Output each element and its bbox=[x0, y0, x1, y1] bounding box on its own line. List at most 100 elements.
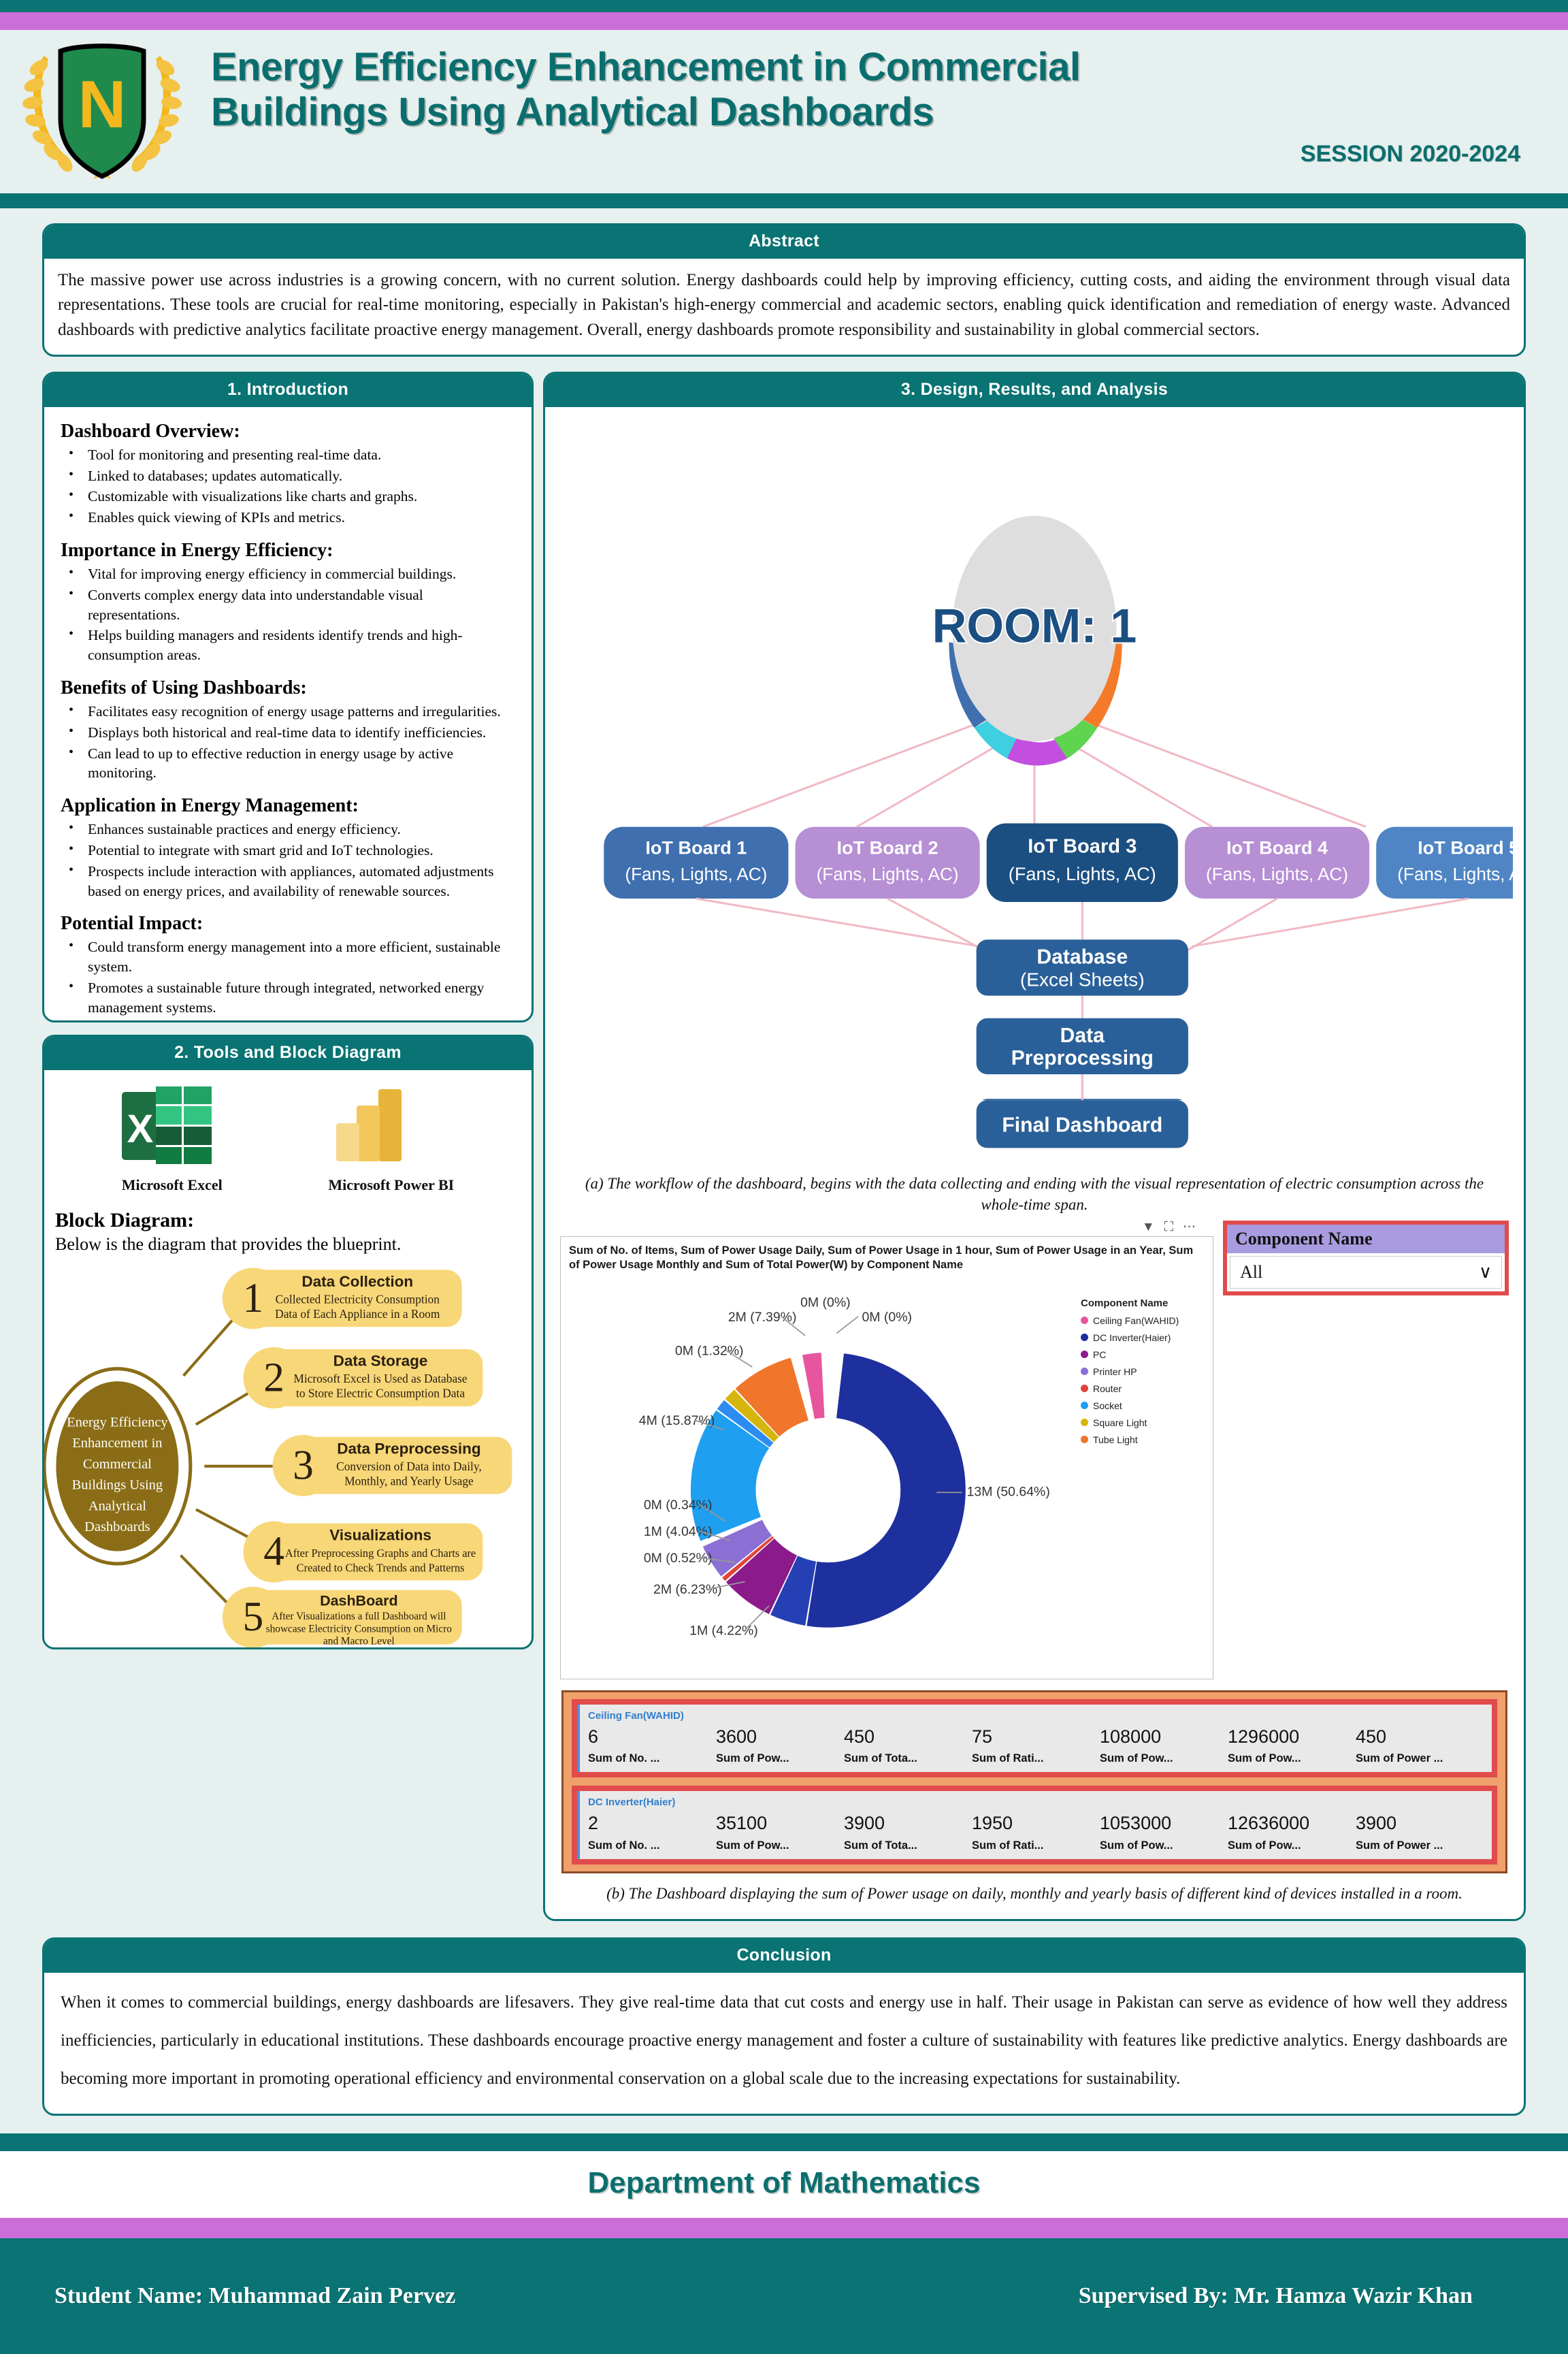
kpi-cell: 1053000 Sum of Pow... bbox=[1100, 1813, 1228, 1852]
legend-label: DC Inverter(Haier) bbox=[1093, 1332, 1171, 1343]
supervisor-name: Supervised By: Mr. Hamza Wazir Khan bbox=[1078, 2283, 1473, 2308]
donut-chart-card: ▼ ⛶ ⋯ Sum of No. of Items, Sum of Power … bbox=[560, 1221, 1213, 1680]
abstract-section: Abstract The massive power use across in… bbox=[0, 208, 1568, 357]
donut-chart: 2M (7.39%) 0M (0%) 0M (0%) 0M (1.32%) 4M… bbox=[639, 1295, 1050, 1638]
top-teal-band bbox=[0, 0, 1568, 12]
university-logo: N bbox=[0, 30, 204, 187]
list-item: Vital for improving energy efficiency in… bbox=[65, 564, 515, 584]
step-desc-line: Monthly, and Yearly Usage bbox=[344, 1474, 474, 1487]
slice-label: 4M (15.87%) bbox=[639, 1413, 715, 1428]
kpi-label: Sum of Rati... bbox=[972, 1752, 1044, 1765]
legend-item[interactable]: Socket bbox=[1081, 1400, 1205, 1411]
tool-excel: X Microsoft Excel bbox=[121, 1085, 223, 1194]
list-item: Promotes a sustainable future through in… bbox=[65, 978, 515, 1018]
legend-item[interactable]: DC Inverter(Haier) bbox=[1081, 1332, 1205, 1343]
chart-title: Sum of No. of Items, Sum of Power Usage … bbox=[569, 1244, 1194, 1272]
legend-item[interactable]: Router bbox=[1081, 1383, 1205, 1394]
list-item: Customizable with visualizations like ch… bbox=[65, 486, 515, 506]
visual-toolbar[interactable]: ▼ ⛶ ⋯ bbox=[560, 1221, 1213, 1236]
donut-area: 2M (7.39%) 0M (0%) 0M (0%) 0M (1.32%) 4M… bbox=[569, 1273, 1205, 1671]
step-desc-line: Created to Check Trends and Patterns bbox=[297, 1561, 465, 1574]
kpi-cell: 3900 Sum of Tota... bbox=[844, 1813, 972, 1852]
legend-item[interactable]: Printer HP bbox=[1081, 1366, 1205, 1377]
step-desc-line: Collected Electricity Consumption bbox=[276, 1293, 440, 1306]
page-title: Energy Efficiency Enhancement in Commerc… bbox=[211, 45, 1527, 134]
kpi-label: Sum of Power ... bbox=[1356, 1839, 1443, 1852]
kpi-band: Ceiling Fan(WAHID) 6 Sum of No. ... 3600 S… bbox=[572, 1699, 1497, 1778]
iot-board-2: IoT Board 2 (Fans, Lights, AC) bbox=[795, 826, 980, 899]
figure-caption-a: (a) The workflow of the dashboard, begin… bbox=[585, 1174, 1484, 1213]
workflow-final-box: Final Dashboard bbox=[976, 1081, 1188, 1148]
legend-swatch bbox=[1081, 1334, 1088, 1341]
focus-mode-icon[interactable]: ⛶ bbox=[1164, 1221, 1173, 1234]
department-band: Department of Mathematics bbox=[0, 2150, 1568, 2218]
introduction-panel: 1. Introduction Dashboard Overview: Tool… bbox=[42, 371, 534, 1022]
more-options-icon[interactable]: ⋯ bbox=[1183, 1221, 1196, 1234]
block-step: 4 Visualizations After Preprocessing Gra… bbox=[243, 1521, 483, 1583]
board-name: IoT Board 5 bbox=[1418, 837, 1513, 858]
kpi-cells: 2 Sum of No. ... 35100 Sum of Pow... 3900 S… bbox=[588, 1813, 1484, 1852]
kpi-label: Sum of Tota... bbox=[844, 1839, 917, 1852]
kpi-cell: 450 Sum of Power ... bbox=[1356, 1727, 1484, 1765]
iot-board-4: IoT Board 4 (Fans, Lights, AC) bbox=[1184, 826, 1370, 899]
intro-group-title: Application in Energy Management: bbox=[61, 795, 359, 817]
center-line: Commercial bbox=[83, 1457, 152, 1472]
slice-label: 2M (6.23%) bbox=[653, 1582, 722, 1597]
department-name: Department of Mathematics bbox=[587, 2165, 981, 2199]
workflow-diagram: ROOM: 1 IoT Board 1 (Fans, Lights, AC) I… bbox=[604, 515, 1513, 1101]
step-number: 2 bbox=[263, 1354, 284, 1400]
component-name-slicer[interactable]: Component Name All ∨ bbox=[1223, 1220, 1509, 1295]
session-label: SESSION 2020-2024 bbox=[1300, 141, 1520, 167]
filter-icon[interactable]: ▼ bbox=[1142, 1221, 1155, 1234]
step-number: 5 bbox=[243, 1594, 264, 1640]
legend-label: Ceiling Fan(WAHID) bbox=[1093, 1315, 1179, 1326]
legend-swatch bbox=[1081, 1368, 1088, 1375]
slicer-dropdown[interactable]: All ∨ bbox=[1230, 1255, 1502, 1289]
legend-item[interactable]: Square Light bbox=[1081, 1417, 1205, 1428]
top-purple-band bbox=[0, 12, 1568, 30]
pipeline-database: Database (Excel Sheets) bbox=[976, 939, 1188, 996]
right-column: 3. Design, Results, and Analysis ROOM: 1… bbox=[543, 371, 1526, 1921]
slice-label: 0M (1.32%) bbox=[675, 1343, 744, 1358]
slice-label: 13M (50.64%) bbox=[967, 1484, 1050, 1499]
intro-bullet-list: Enhances sustainable practices and energ… bbox=[65, 819, 515, 901]
list-item: Displays both historical and real-time d… bbox=[65, 722, 515, 743]
kpi-label: Sum of Power ... bbox=[1356, 1752, 1443, 1765]
kpi-cell: 6 Sum of No. ... bbox=[588, 1727, 716, 1765]
list-item: Prospects include interaction with appli… bbox=[65, 861, 515, 901]
slice-label: 0M (0.34%) bbox=[644, 1498, 713, 1513]
board-sub: (Fans, Lights, AC) bbox=[1009, 863, 1156, 884]
microsoft-excel-icon: X bbox=[121, 1086, 212, 1164]
chevron-down-icon[interactable]: ∨ bbox=[1479, 1262, 1492, 1283]
kpi-cell: 108000 Sum of Pow... bbox=[1100, 1727, 1228, 1765]
kpi-cards-container: Ceiling Fan(WAHID) 6 Sum of No. ... 3600 S… bbox=[561, 1690, 1507, 1873]
intro-bullet-list: Could transform energy management into a… bbox=[65, 937, 515, 1017]
step-desc-line: Microsoft Excel is Used as Database bbox=[293, 1372, 468, 1385]
legend-swatch bbox=[1081, 1385, 1088, 1392]
kpi-cells: 6 Sum of No. ... 3600 Sum of Pow... 450 Sum… bbox=[588, 1727, 1484, 1765]
introduction-heading: 1. Introduction bbox=[44, 373, 532, 407]
list-item: Enhances sustainable practices and energ… bbox=[65, 819, 515, 839]
list-item: Enables quick viewing of KPIs and metric… bbox=[65, 507, 515, 528]
kpi-cell: 35100 Sum of Pow... bbox=[716, 1813, 844, 1852]
kpi-value: 12636000 bbox=[1228, 1813, 1310, 1834]
kpi-value: 2 bbox=[588, 1813, 599, 1834]
board-name: IoT Board 1 bbox=[645, 837, 747, 858]
center-line: Enhancement in bbox=[72, 1436, 162, 1451]
board-name: IoT Board 2 bbox=[837, 837, 938, 858]
legend-item[interactable]: PC bbox=[1081, 1349, 1205, 1360]
kpi-cell: 75 Sum of Rati... bbox=[972, 1727, 1100, 1765]
logo-letter: N bbox=[78, 67, 127, 142]
kpi-label: Sum of Pow... bbox=[1228, 1839, 1301, 1852]
kpi-value: 450 bbox=[1356, 1726, 1387, 1747]
chart-legend: Component Name Ceiling Fan(WAHID) DC Inv… bbox=[1075, 1273, 1205, 1671]
tool-logos: X Microsoft Excel Microsoft Power BI bbox=[44, 1070, 532, 1197]
pipeline-line1: Data bbox=[1060, 1025, 1105, 1047]
step-desc-line: and Macro Level bbox=[323, 1636, 395, 1647]
kpi-value: 1950 bbox=[972, 1813, 1013, 1834]
shield-crest-icon: N bbox=[22, 43, 182, 179]
legend-item[interactable]: Ceiling Fan(WAHID) bbox=[1081, 1315, 1205, 1326]
list-item: Can lead to up to effective reduction in… bbox=[65, 743, 515, 784]
legend-item[interactable]: Tube Light bbox=[1081, 1434, 1205, 1445]
design-panel: 3. Design, Results, and Analysis ROOM: 1… bbox=[543, 371, 1526, 1921]
